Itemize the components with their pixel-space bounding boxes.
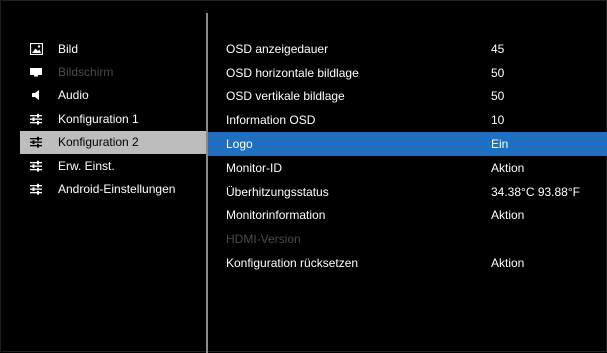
setting-label: Monitorinformation — [226, 208, 326, 223]
setting-label: Überhitzungsstatus — [226, 184, 329, 199]
setting-value: 10 — [491, 113, 505, 128]
setting-logo[interactable]: Logo Ein — [208, 132, 607, 156]
menu-item-label: Konfiguration 2 — [58, 135, 139, 150]
menu-item-label: Erw. Einst. — [58, 158, 115, 173]
setting-label: OSD vertikale bildlage — [226, 89, 345, 104]
setting-label: Information OSD — [226, 113, 316, 128]
menu-item-label: Konfiguration 1 — [58, 111, 139, 126]
menu-item-android-einstellungen[interactable]: Android-Einstellungen — [20, 177, 206, 200]
osd-window: Bild Bildschirm Audio Konfiguration 1 Ko… — [0, 0, 607, 353]
settings-list: OSD anzeigedauer 45 OSD horizontale bild… — [208, 37, 607, 275]
setting-value: Aktion — [491, 208, 525, 223]
menu-item-konfiguration-1[interactable]: Konfiguration 1 — [20, 107, 206, 130]
setting-value: Aktion — [491, 160, 525, 175]
setting-osd-anzeigedauer[interactable]: OSD anzeigedauer 45 — [208, 37, 607, 61]
setting-label: OSD anzeigedauer — [226, 41, 329, 56]
setting-label: Monitor-ID — [226, 160, 283, 175]
menu-item-erw-einst[interactable]: Erw. Einst. — [20, 154, 206, 177]
menu-item-label: Audio — [58, 88, 89, 103]
menu-item-label: Android-Einstellungen — [58, 182, 176, 197]
setting-value: Ein — [491, 137, 509, 152]
setting-information-osd[interactable]: Information OSD 10 — [208, 108, 607, 132]
category-menu: Bild Bildschirm Audio Konfiguration 1 Ko… — [20, 37, 206, 201]
settings-panel: OSD anzeigedauer 45 OSD horizontale bild… — [208, 1, 607, 353]
setting-label: OSD horizontale bildlage — [226, 65, 359, 80]
menu-item-audio[interactable]: Audio — [20, 84, 206, 107]
sliders-icon — [28, 112, 44, 126]
speaker-icon — [28, 88, 44, 102]
menu-item-bild[interactable]: Bild — [20, 37, 206, 60]
screen-icon — [28, 65, 44, 79]
sliders-icon — [28, 159, 44, 173]
setting-monitorinformation[interactable]: Monitorinformation Aktion — [208, 204, 607, 228]
setting-osd-vertikale-bildlage[interactable]: OSD vertikale bildlage 50 — [208, 85, 607, 109]
menu-item-konfiguration-2[interactable]: Konfiguration 2 — [20, 130, 206, 154]
setting-label: Konfiguration rücksetzen — [226, 256, 359, 271]
setting-monitor-id[interactable]: Monitor-ID Aktion — [208, 156, 607, 180]
setting-value: Aktion — [491, 256, 525, 271]
setting-konfiguration-ruecksetzen[interactable]: Konfiguration rücksetzen Aktion — [208, 251, 607, 275]
setting-value: 45 — [491, 41, 505, 56]
setting-hdmi-version: HDMI-Version — [208, 227, 607, 251]
setting-label: Logo — [226, 137, 253, 152]
picture-icon — [28, 42, 44, 56]
setting-value: 50 — [491, 65, 505, 80]
menu-item-label: Bildschirm — [58, 65, 114, 80]
setting-label: HDMI-Version — [226, 232, 301, 247]
sliders-icon — [28, 135, 44, 149]
menu-item-label: Bild — [58, 41, 79, 56]
setting-value: 50 — [491, 89, 505, 104]
sliders-icon — [28, 182, 44, 196]
setting-osd-horizontale-bildlage[interactable]: OSD horizontale bildlage 50 — [208, 61, 607, 85]
setting-value: 34.38°C 93.88°F — [491, 184, 580, 199]
category-panel: Bild Bildschirm Audio Konfiguration 1 Ko… — [1, 1, 206, 353]
setting-ueberhitzungsstatus[interactable]: Überhitzungsstatus 34.38°C 93.88°F — [208, 180, 607, 204]
menu-item-bildschirm: Bildschirm — [20, 60, 206, 83]
